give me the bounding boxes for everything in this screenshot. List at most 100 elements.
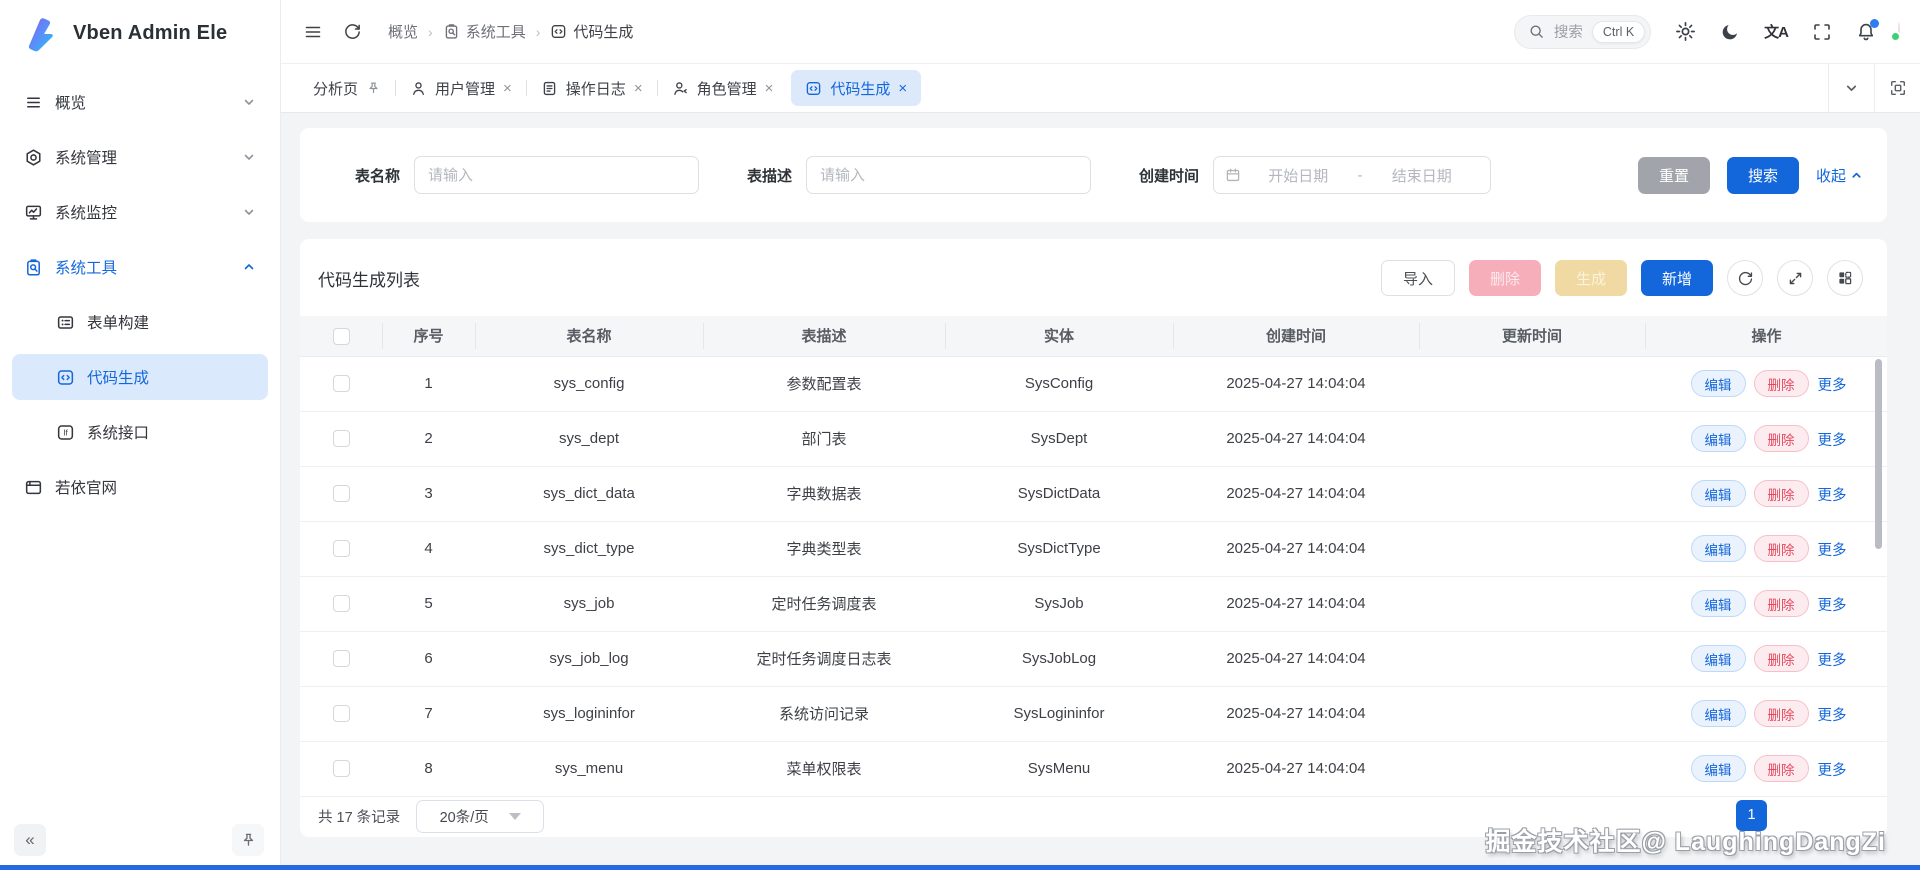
vertical-scrollbar-thumb[interactable] bbox=[1875, 359, 1882, 549]
date-range-picker[interactable]: 开始日期 - 结束日期 bbox=[1213, 156, 1492, 194]
row-checkbox[interactable] bbox=[332, 760, 350, 778]
generate-button[interactable]: 生成 bbox=[1554, 260, 1627, 296]
more-button[interactable]: 更多 bbox=[1818, 763, 1847, 779]
delete-button[interactable]: 删除 bbox=[1753, 535, 1809, 562]
sidebar-item-overview[interactable]: 概览 bbox=[12, 79, 268, 125]
reset-button[interactable]: 重置 bbox=[1637, 156, 1710, 194]
tab-operation-log[interactable]: 操作日志 × bbox=[527, 64, 657, 112]
sidebar-item-system-management[interactable]: 系统管理 bbox=[12, 134, 268, 180]
select-all-checkbox[interactable] bbox=[332, 327, 350, 345]
close-tab-icon[interactable]: × bbox=[765, 81, 774, 96]
global-search-button[interactable]: 搜索 Ctrl K bbox=[1513, 14, 1652, 49]
more-button[interactable]: 更多 bbox=[1818, 708, 1847, 724]
delete-button[interactable]: 删除 bbox=[1753, 700, 1809, 727]
row-checkbox[interactable] bbox=[332, 485, 350, 503]
more-button[interactable]: 更多 bbox=[1818, 433, 1847, 449]
sidebar-item-form-builder[interactable]: 表单构建 bbox=[12, 299, 268, 345]
row-checkbox[interactable] bbox=[332, 705, 350, 723]
double-chevron-left-icon: « bbox=[25, 830, 35, 849]
delete-button[interactable]: 删除 bbox=[1753, 425, 1809, 452]
close-tab-icon[interactable]: × bbox=[503, 81, 512, 96]
pin-icon[interactable] bbox=[366, 81, 381, 96]
delete-button[interactable]: 删除 bbox=[1753, 590, 1809, 617]
column-settings-button[interactable] bbox=[1827, 260, 1863, 296]
delete-button[interactable]: 删除 bbox=[1753, 755, 1809, 782]
pin-sidebar-button[interactable] bbox=[232, 824, 264, 856]
table-desc-input[interactable] bbox=[806, 156, 1092, 194]
sidebar-item-label: 系统工具 bbox=[55, 260, 118, 277]
more-button[interactable]: 更多 bbox=[1818, 543, 1847, 559]
breadcrumb-separator-icon: › bbox=[535, 23, 541, 40]
logo[interactable]: Vben Admin Ele bbox=[0, 0, 280, 63]
sidebar-item-code-generation[interactable]: 代码生成 bbox=[12, 354, 268, 400]
fullscreen-table-button[interactable] bbox=[1777, 260, 1813, 296]
row-actions: 编辑 删除 更多 bbox=[1645, 411, 1887, 467]
row-entity: SysJobLog bbox=[945, 631, 1173, 687]
row-checkbox[interactable] bbox=[332, 375, 350, 393]
maximize-content-icon[interactable] bbox=[1874, 64, 1920, 112]
tab-role-management[interactable]: 角色管理 × bbox=[658, 64, 788, 112]
notifications-bell-icon[interactable] bbox=[1856, 18, 1879, 42]
edit-button[interactable]: 编辑 bbox=[1690, 370, 1746, 397]
table-name-input[interactable] bbox=[414, 156, 700, 194]
page-1-button[interactable]: 1 bbox=[1736, 799, 1767, 831]
add-button[interactable]: 新增 bbox=[1640, 260, 1713, 296]
row-checkbox[interactable] bbox=[332, 595, 350, 613]
fullscreen-icon[interactable] bbox=[1812, 22, 1832, 42]
sidebar-item-system-monitor[interactable]: 系统监控 bbox=[12, 189, 268, 235]
edit-button[interactable]: 编辑 bbox=[1690, 535, 1746, 562]
row-checkbox[interactable] bbox=[332, 430, 350, 448]
close-tab-icon[interactable]: × bbox=[634, 81, 643, 96]
refresh-page-icon[interactable] bbox=[343, 22, 362, 41]
settings-gear-icon[interactable] bbox=[1675, 21, 1696, 42]
more-button[interactable]: 更多 bbox=[1818, 598, 1847, 614]
user-avatar[interactable] bbox=[1890, 21, 1901, 42]
row-created-time: 2025-04-27 14:04:04 bbox=[1173, 576, 1419, 632]
collapse-filter-link[interactable]: 收起 bbox=[1816, 165, 1863, 186]
page-size-select[interactable]: 20条/页 bbox=[416, 800, 545, 833]
hamburger-menu-icon[interactable] bbox=[303, 22, 323, 42]
edit-button[interactable]: 编辑 bbox=[1690, 425, 1746, 452]
refresh-table-button[interactable] bbox=[1727, 260, 1763, 296]
sidebar-item-system-tools[interactable]: 系统工具 bbox=[12, 244, 268, 290]
user-icon bbox=[410, 80, 427, 97]
tab-analysis[interactable]: 分析页 bbox=[299, 64, 395, 112]
delete-button[interactable]: 删除 bbox=[1753, 370, 1809, 397]
more-button[interactable]: 更多 bbox=[1818, 653, 1847, 669]
delete-button[interactable]: 删除 bbox=[1753, 480, 1809, 507]
search-button[interactable]: 搜索 bbox=[1726, 156, 1799, 194]
breadcrumb-item-overview[interactable]: 概览 bbox=[388, 21, 418, 42]
edit-button[interactable]: 编辑 bbox=[1690, 645, 1746, 672]
batch-delete-button[interactable]: 删除 bbox=[1468, 260, 1541, 296]
more-button[interactable]: 更多 bbox=[1818, 378, 1847, 394]
delete-button[interactable]: 删除 bbox=[1753, 645, 1809, 672]
sidebar-item-system-api[interactable]: If 系统接口 bbox=[12, 409, 268, 455]
edit-button[interactable]: 编辑 bbox=[1690, 700, 1746, 727]
breadcrumb-item-system-tools[interactable]: 系统工具 bbox=[443, 21, 526, 42]
language-translate-icon[interactable]: 文A bbox=[1764, 21, 1789, 42]
edit-button[interactable]: 编辑 bbox=[1690, 480, 1746, 507]
start-date-placeholder[interactable]: 开始日期 bbox=[1241, 165, 1356, 186]
tab-code-generation[interactable]: 代码生成 × bbox=[791, 70, 922, 106]
edit-button[interactable]: 编辑 bbox=[1690, 590, 1746, 617]
sidebar-item-label: 代码生成 bbox=[87, 370, 150, 387]
collapse-sidebar-button[interactable]: « bbox=[14, 824, 46, 856]
edit-button[interactable]: 编辑 bbox=[1690, 755, 1746, 782]
tab-user-management[interactable]: 用户管理 × bbox=[396, 64, 526, 112]
more-button[interactable]: 更多 bbox=[1818, 488, 1847, 504]
import-button[interactable]: 导入 bbox=[1380, 260, 1455, 296]
close-tab-icon[interactable]: × bbox=[898, 81, 907, 96]
row-checkbox[interactable] bbox=[332, 540, 350, 558]
table-row: 5 sys_job 定时任务调度表 SysJob 2025-04-27 14:04:04… bbox=[300, 576, 1887, 632]
breadcrumb-item-code-generation[interactable]: 代码生成 bbox=[550, 21, 633, 42]
end-date-placeholder[interactable]: 结束日期 bbox=[1365, 165, 1480, 186]
row-created-time: 2025-04-27 14:04:04 bbox=[1173, 631, 1419, 687]
row-seq: 4 bbox=[382, 521, 475, 577]
sidebar-item-ruoyi-site[interactable]: 若依官网 bbox=[12, 464, 268, 510]
tab-list-chevron-down-icon[interactable] bbox=[1828, 64, 1874, 112]
row-table-desc: 系统访问记录 bbox=[703, 686, 945, 742]
row-checkbox[interactable] bbox=[332, 650, 350, 668]
dark-mode-moon-icon[interactable] bbox=[1720, 22, 1740, 42]
row-created-time: 2025-04-27 14:04:04 bbox=[1173, 411, 1419, 467]
top-bar: 概览 › 系统工具 › 代码生成 搜索 Ctrl K 文A bbox=[281, 0, 1920, 64]
